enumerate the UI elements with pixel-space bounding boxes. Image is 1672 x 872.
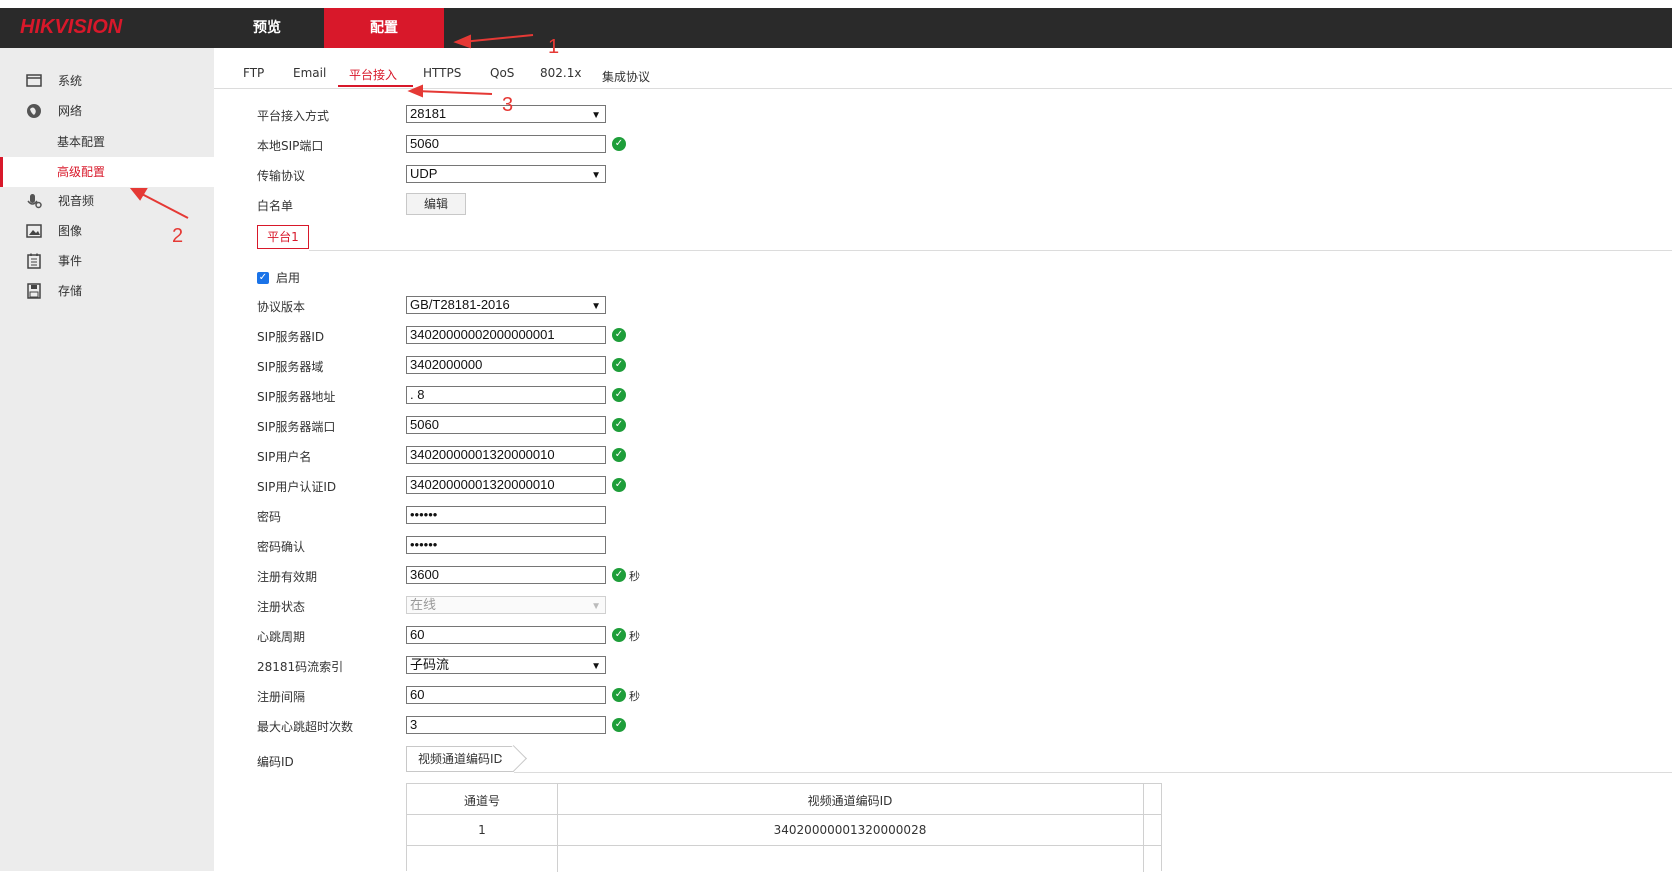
annotation-label-3: 3 bbox=[502, 94, 514, 116]
annotation-arrow-2 bbox=[137, 191, 189, 219]
annotation-arrows bbox=[129, 34, 534, 219]
annotation-label-1: 1 bbox=[548, 36, 560, 58]
annotation-arrowhead-3 bbox=[407, 84, 423, 98]
annotation-arrowhead-1 bbox=[453, 34, 471, 49]
annotation-arrow-3 bbox=[415, 90, 493, 95]
annotation-arrowhead-2 bbox=[129, 188, 148, 201]
annotation-arrow-1 bbox=[461, 34, 534, 43]
annotation-label-2: 2 bbox=[172, 225, 184, 247]
